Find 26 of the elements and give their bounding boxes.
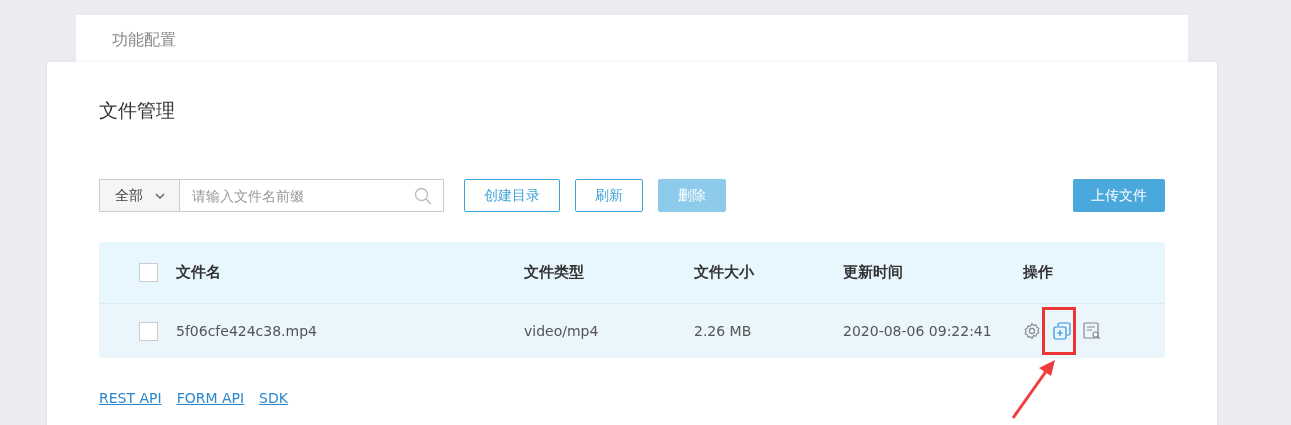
search-field[interactable]: 请输入文件名前缀 [180, 179, 444, 212]
toolbar-button[interactable]: 创建目录 [464, 179, 560, 212]
caret-icon [155, 192, 165, 199]
api-link[interactable]: SDK [259, 390, 288, 406]
column-header: 文件大小 [694, 263, 754, 281]
api-link[interactable]: FORM API [176, 390, 245, 406]
column-header: 文件类型 [524, 263, 584, 281]
page-title: 文件管理 [99, 98, 176, 123]
column-header: 文件名 [176, 263, 221, 281]
table-cell: video/mp4 [524, 323, 599, 339]
table-cell: 5f06cfe424c38.mp4 [176, 323, 317, 339]
column-header: 操作 [1023, 263, 1053, 281]
column-header: 更新时间 [843, 263, 903, 281]
copy-add-icon[interactable] [1053, 322, 1071, 340]
filter-dropdown[interactable]: 全部 [99, 179, 180, 212]
table-cell: 2020-08-06 09:22:41 [843, 323, 992, 339]
upload-button[interactable]: 上传文件 [1073, 179, 1165, 212]
settings-icon[interactable] [1023, 322, 1041, 340]
checkbox[interactable] [139, 263, 158, 282]
table-cell: 2.26 MB [694, 323, 752, 339]
section-title: 功能配置 [112, 30, 176, 49]
preview-icon[interactable] [1083, 322, 1101, 340]
checkbox[interactable] [139, 321, 158, 341]
search-icon [414, 187, 432, 205]
api-link[interactable]: REST API [99, 390, 162, 406]
toolbar-button[interactable]: 刷新 [575, 179, 643, 212]
